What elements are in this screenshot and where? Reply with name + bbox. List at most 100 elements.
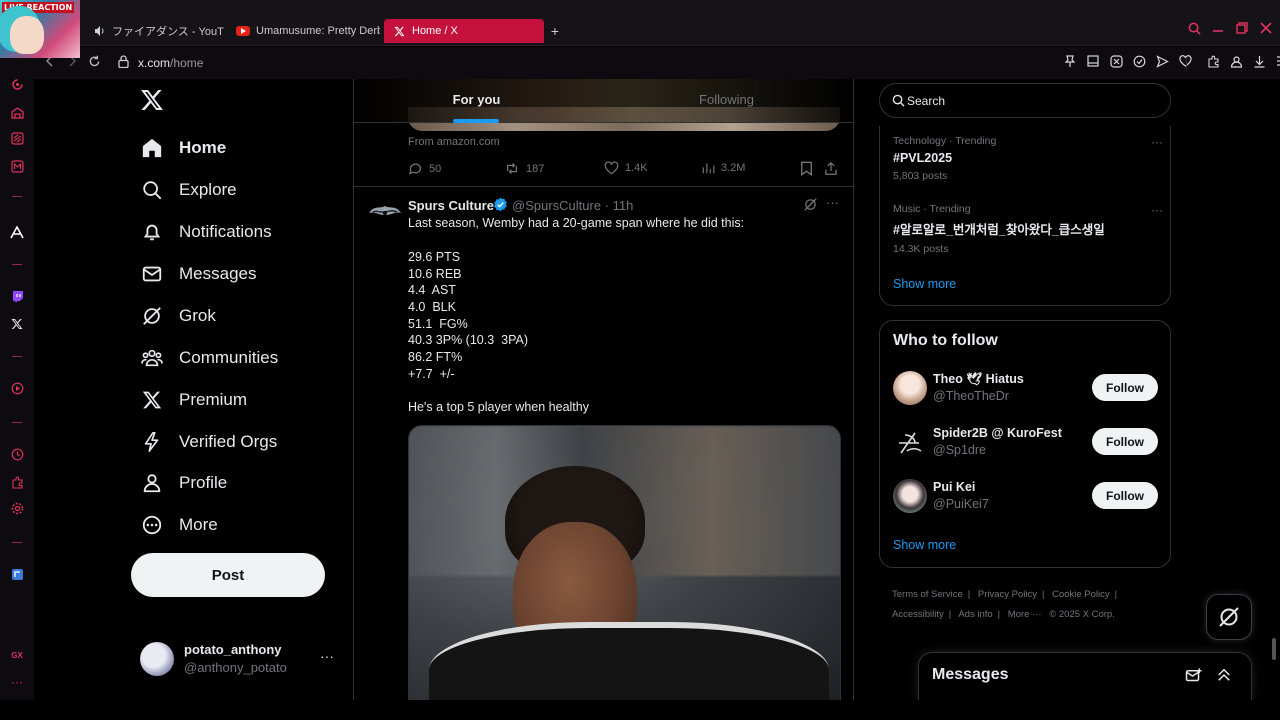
grok-icon: [140, 304, 164, 328]
snapshot-icon[interactable]: [1085, 55, 1101, 71]
privacy-link[interactable]: Privacy Policy: [978, 589, 1037, 600]
trends-show-more[interactable]: Show more: [893, 277, 956, 291]
x-logo-icon[interactable]: [140, 88, 166, 114]
nav-item-premium[interactable]: Premium: [140, 385, 247, 415]
nav-item-messages[interactable]: Messages: [140, 259, 256, 289]
more-dots-icon[interactable]: ···: [320, 648, 334, 664]
x-logo-icon[interactable]: [9, 318, 25, 334]
post-time[interactable]: · 11h: [605, 198, 634, 213]
post-photo[interactable]: [408, 425, 841, 700]
terms-link[interactable]: Terms of Service: [892, 589, 963, 600]
reload-icon[interactable]: [86, 55, 102, 71]
extensions-icon[interactable]: [9, 476, 25, 492]
ads-info-link[interactable]: Ads info: [958, 609, 992, 620]
grok-icon[interactable]: [803, 197, 819, 213]
browser-tab-umamusume[interactable]: Umamusume: Pretty Derby: [228, 19, 380, 43]
views-button[interactable]: 3.2M: [701, 161, 745, 175]
more-dots-icon[interactable]: ···: [1151, 135, 1163, 149]
minimize-icon[interactable]: [1209, 22, 1227, 37]
tab-following[interactable]: Following: [604, 79, 849, 123]
nav-item-communities[interactable]: Communities: [140, 343, 278, 373]
shield-x-icon[interactable]: [1108, 55, 1124, 71]
heart-icon[interactable]: [1177, 55, 1193, 71]
more-dots-icon[interactable]: ···: [1151, 203, 1163, 217]
follow-button[interactable]: Follow: [1092, 482, 1158, 509]
gx-control-icon[interactable]: [9, 78, 25, 94]
account-switcher[interactable]: potato_anthony @anthony_potato ···: [140, 640, 340, 684]
more-dots-icon[interactable]: ···: [9, 674, 25, 690]
trend-tag: #알로알로_번개처럼_찾아왔다_큽스생일: [893, 223, 1105, 237]
follow-suggestion[interactable]: Theo 🕊 Hiatus @TheoTheDr Follow: [893, 371, 1159, 411]
post-author-name[interactable]: Spurs Culture: [408, 198, 494, 213]
twitch-icon[interactable]: [9, 290, 25, 306]
trend-item[interactable]: Technology · Trending #PVL2025 5,803 pos…: [893, 135, 1163, 182]
new-message-icon[interactable]: [1185, 667, 1203, 685]
follow-button[interactable]: Follow: [1092, 428, 1158, 455]
follow-suggestion[interactable]: Spider2B @ KuroFest @Sp1dre Follow: [893, 425, 1159, 465]
vpn-icon[interactable]: [1131, 55, 1147, 71]
nav-item-notifications[interactable]: Notifications: [140, 217, 272, 247]
expand-up-icon[interactable]: [1215, 666, 1233, 684]
reply-count: 50: [429, 162, 442, 175]
page-scrollbar[interactable]: [1272, 80, 1276, 700]
speaker-icon: [94, 24, 106, 38]
like-button[interactable]: 1.4K: [604, 161, 648, 175]
browser-tab-x-home[interactable]: Home / X: [384, 19, 544, 43]
who-to-follow-title: Who to follow: [893, 332, 998, 349]
nav-label: More: [179, 515, 218, 534]
pin-icon[interactable]: [1062, 55, 1078, 71]
menu-icon[interactable]: [1274, 55, 1280, 71]
youtube-icon: [236, 24, 250, 38]
app-tile-icon[interactable]: [9, 568, 25, 584]
url-field[interactable]: x.com/home: [138, 56, 203, 70]
nav-item-profile[interactable]: Profile: [140, 468, 227, 498]
more-link[interactable]: More ···: [1008, 609, 1042, 620]
repost-button[interactable]: 187: [504, 161, 544, 176]
post-author-handle[interactable]: @SpursCulture · 11h: [512, 198, 633, 213]
messages-drawer[interactable]: Messages: [918, 652, 1252, 700]
trend-item[interactable]: Music · Trending #알로알로_번개처럼_찾아왔다_큽스생일 14…: [893, 203, 1163, 255]
new-tab-button[interactable]: +: [548, 24, 562, 38]
restore-icon[interactable]: [1233, 22, 1251, 37]
grok-fab-button[interactable]: [1206, 594, 1252, 640]
link-source[interactable]: From amazon.com: [408, 136, 500, 148]
nav-item-more[interactable]: More: [140, 510, 218, 540]
tab-for-you[interactable]: For you: [354, 79, 599, 123]
history-icon[interactable]: [9, 448, 25, 464]
scrollbar-thumb[interactable]: [1272, 638, 1276, 660]
gx-corner-icon[interactable]: [9, 106, 25, 122]
close-icon[interactable]: [1257, 22, 1275, 37]
nav-item-home[interactable]: Home: [140, 133, 226, 163]
cookie-link[interactable]: Cookie Policy: [1052, 589, 1110, 600]
accessibility-link[interactable]: Accessibility: [892, 609, 944, 620]
search-input[interactable]: [907, 93, 1157, 109]
settings-icon[interactable]: [9, 502, 25, 518]
share-button[interactable]: [824, 161, 844, 176]
gx-bars-icon[interactable]: [9, 132, 25, 148]
follow-button[interactable]: Follow: [1092, 374, 1158, 401]
bookmark-button[interactable]: [800, 161, 819, 176]
gx-messenger-icon[interactable]: [9, 160, 25, 176]
follow-show-more[interactable]: Show more: [893, 538, 956, 552]
post-button[interactable]: Post: [131, 553, 325, 597]
nav-item-grok[interactable]: Grok: [140, 301, 216, 331]
gx-aria-icon[interactable]: [9, 225, 25, 242]
send-icon[interactable]: [1154, 55, 1170, 71]
nav-item-explore[interactable]: Explore: [140, 175, 237, 205]
profile-icon[interactable]: [1228, 55, 1244, 71]
search-box[interactable]: [879, 83, 1171, 118]
more-dots-icon[interactable]: ···: [826, 195, 839, 210]
nav-item-verified-orgs[interactable]: Verified Orgs: [140, 427, 277, 457]
spurs-avatar[interactable]: [368, 200, 402, 226]
gx-player-icon[interactable]: [9, 382, 25, 398]
search-tabs-icon[interactable]: [1185, 22, 1203, 38]
avatar: [893, 371, 927, 405]
follow-suggestion[interactable]: Pui Kei @PuiKei7 Follow: [893, 479, 1159, 519]
reply-button[interactable]: 50: [408, 161, 441, 176]
browser-tab-youtube-music[interactable]: ファイアダンス - YouTube: [86, 19, 224, 43]
extensions-icon[interactable]: [1205, 55, 1221, 71]
photo-subject-jersey: [429, 622, 829, 700]
download-icon[interactable]: [1251, 55, 1267, 71]
search-icon: [892, 94, 906, 108]
nav-label: Profile: [179, 473, 228, 492]
